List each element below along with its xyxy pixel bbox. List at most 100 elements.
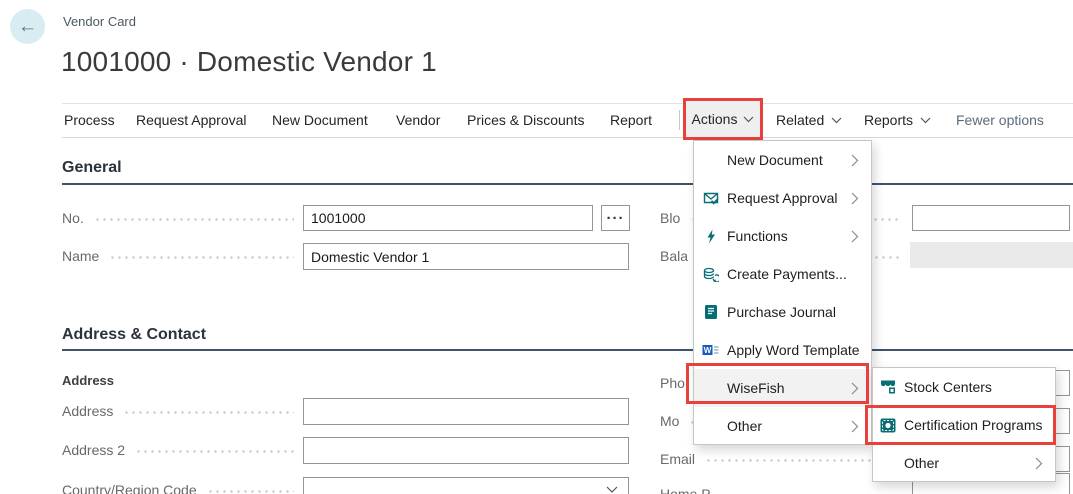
chevron-right-icon bbox=[1035, 457, 1043, 470]
dotted-leader bbox=[135, 450, 294, 453]
mobile-field-label: Mo bbox=[660, 413, 679, 429]
dotted-leader bbox=[94, 218, 294, 221]
submenu-item-other[interactable]: Other bbox=[873, 444, 1055, 482]
certification-programs-icon bbox=[879, 417, 896, 434]
assist-edit-button[interactable]: ··· bbox=[601, 205, 630, 231]
field-row: Country/Region Code bbox=[62, 477, 300, 494]
actions-label: Actions bbox=[692, 111, 738, 127]
blocked-field-label: Blo bbox=[660, 210, 680, 226]
address2-field-input[interactable] bbox=[303, 437, 629, 464]
blank-icon bbox=[702, 380, 719, 397]
create-payments-icon bbox=[702, 266, 719, 283]
menu-item-label: Create Payments... bbox=[727, 266, 847, 282]
actions-menu-button[interactable]: Actions bbox=[683, 98, 763, 140]
blank-icon bbox=[702, 152, 719, 169]
email-field-label: Email bbox=[660, 451, 695, 467]
menu-item-apply-word-template[interactable]: W Apply Word Template bbox=[694, 331, 871, 369]
chevron-right-icon bbox=[851, 382, 859, 395]
submenu-item-label: Stock Centers bbox=[904, 379, 992, 395]
fewer-options-button[interactable]: Fewer options bbox=[956, 104, 1044, 137]
blocked-field-input[interactable] bbox=[912, 205, 1070, 231]
menu-report[interactable]: Report bbox=[610, 104, 652, 137]
menu-process[interactable]: Process bbox=[64, 104, 115, 137]
apply-word-template-icon: W bbox=[702, 342, 719, 359]
balance-field-label: Bala bbox=[660, 248, 688, 264]
menu-item-label: Other bbox=[727, 418, 762, 434]
home-page-field-label: Home P bbox=[660, 486, 711, 494]
no-field-input[interactable] bbox=[303, 205, 593, 231]
address2-field-label: Address 2 bbox=[62, 442, 125, 458]
purchase-journal-icon bbox=[702, 304, 719, 321]
blank-icon bbox=[702, 418, 719, 435]
menu-vendor[interactable]: Vendor bbox=[396, 104, 440, 137]
chevron-down-icon bbox=[831, 117, 842, 124]
address-group-label: Address bbox=[62, 373, 114, 388]
related-label: Related bbox=[776, 104, 824, 137]
submenu-item-certification-programs[interactable]: Certification Programs bbox=[873, 406, 1055, 444]
menu-item-request-approval[interactable]: Request Approval bbox=[694, 179, 871, 217]
field-row: Home P bbox=[660, 481, 906, 494]
general-section-title[interactable]: General bbox=[62, 159, 122, 177]
field-row: Address 2 bbox=[62, 437, 300, 463]
dotted-leader bbox=[109, 256, 294, 259]
country-region-field-label: Country/Region Code bbox=[62, 482, 197, 494]
no-field-label: No. bbox=[62, 210, 84, 226]
general-section-line bbox=[62, 183, 1073, 185]
vendor-card-page: ← Vendor Card 1001000 · Domestic Vendor … bbox=[0, 0, 1073, 494]
address-field-label: Address bbox=[62, 403, 113, 419]
menu-prices-discounts[interactable]: Prices & Discounts bbox=[467, 104, 584, 137]
field-row: Address bbox=[62, 398, 300, 424]
menu-item-label: Purchase Journal bbox=[727, 304, 836, 320]
menu-item-label: WiseFish bbox=[727, 380, 785, 396]
back-button[interactable]: ← bbox=[10, 9, 45, 44]
stock-centers-icon bbox=[879, 379, 896, 396]
phone-field-label: Pho bbox=[660, 375, 685, 391]
dotted-leader bbox=[207, 490, 294, 493]
menu-item-functions[interactable]: Functions bbox=[694, 217, 871, 255]
menu-item-new-document[interactable]: New Document bbox=[694, 141, 871, 179]
name-field-input[interactable] bbox=[303, 243, 629, 270]
address-field-input[interactable] bbox=[303, 398, 629, 425]
wisefish-submenu: Stock Centers Certification Programs Oth… bbox=[872, 367, 1056, 482]
arrow-left-icon: ← bbox=[18, 16, 37, 38]
blank-icon bbox=[879, 455, 896, 472]
name-field-label: Name bbox=[62, 248, 99, 264]
field-row: No. bbox=[62, 205, 300, 231]
menu-divider bbox=[679, 110, 680, 130]
request-approval-icon bbox=[702, 190, 719, 207]
balance-field-readonly bbox=[910, 242, 1073, 268]
chevron-down-icon bbox=[743, 116, 754, 123]
submenu-item-label: Other bbox=[904, 455, 939, 471]
dotted-leader bbox=[123, 411, 294, 414]
menu-new-document[interactable]: New Document bbox=[272, 104, 368, 137]
action-bar-bottom-divider bbox=[62, 137, 1073, 138]
chevron-right-icon bbox=[851, 230, 859, 243]
dotted-leader bbox=[705, 459, 900, 462]
address-contact-section-title[interactable]: Address & Contact bbox=[62, 326, 206, 344]
menu-item-other[interactable]: Other bbox=[694, 407, 871, 445]
chevron-down-icon bbox=[920, 117, 931, 124]
submenu-item-label: Certification Programs bbox=[904, 417, 1043, 433]
submenu-item-stock-centers[interactable]: Stock Centers bbox=[873, 368, 1055, 406]
field-row: Name bbox=[62, 243, 300, 269]
menu-item-create-payments[interactable]: Create Payments... bbox=[694, 255, 871, 293]
actions-dropdown-menu: New Document Request Approval Functions … bbox=[693, 140, 872, 445]
chevron-right-icon bbox=[851, 154, 859, 167]
page-title: 1001000 · Domestic Vendor 1 bbox=[61, 46, 437, 78]
menu-item-purchase-journal[interactable]: Purchase Journal bbox=[694, 293, 871, 331]
related-menu-button[interactable]: Related bbox=[776, 104, 842, 137]
menu-item-label: Functions bbox=[727, 228, 788, 244]
breadcrumb[interactable]: Vendor Card bbox=[63, 14, 136, 29]
functions-icon bbox=[702, 228, 719, 245]
menu-item-label: New Document bbox=[727, 152, 823, 168]
svg-text:W: W bbox=[704, 346, 712, 355]
reports-label: Reports bbox=[864, 104, 913, 137]
chevron-right-icon bbox=[851, 420, 859, 433]
reports-menu-button[interactable]: Reports bbox=[864, 104, 931, 137]
country-region-field-input[interactable] bbox=[303, 477, 629, 494]
address-contact-section-line bbox=[62, 349, 1073, 351]
menu-item-wisefish[interactable]: WiseFish bbox=[694, 369, 871, 407]
menu-request-approval[interactable]: Request Approval bbox=[136, 104, 247, 137]
field-row: Email bbox=[660, 446, 906, 472]
chevron-right-icon bbox=[851, 192, 859, 205]
